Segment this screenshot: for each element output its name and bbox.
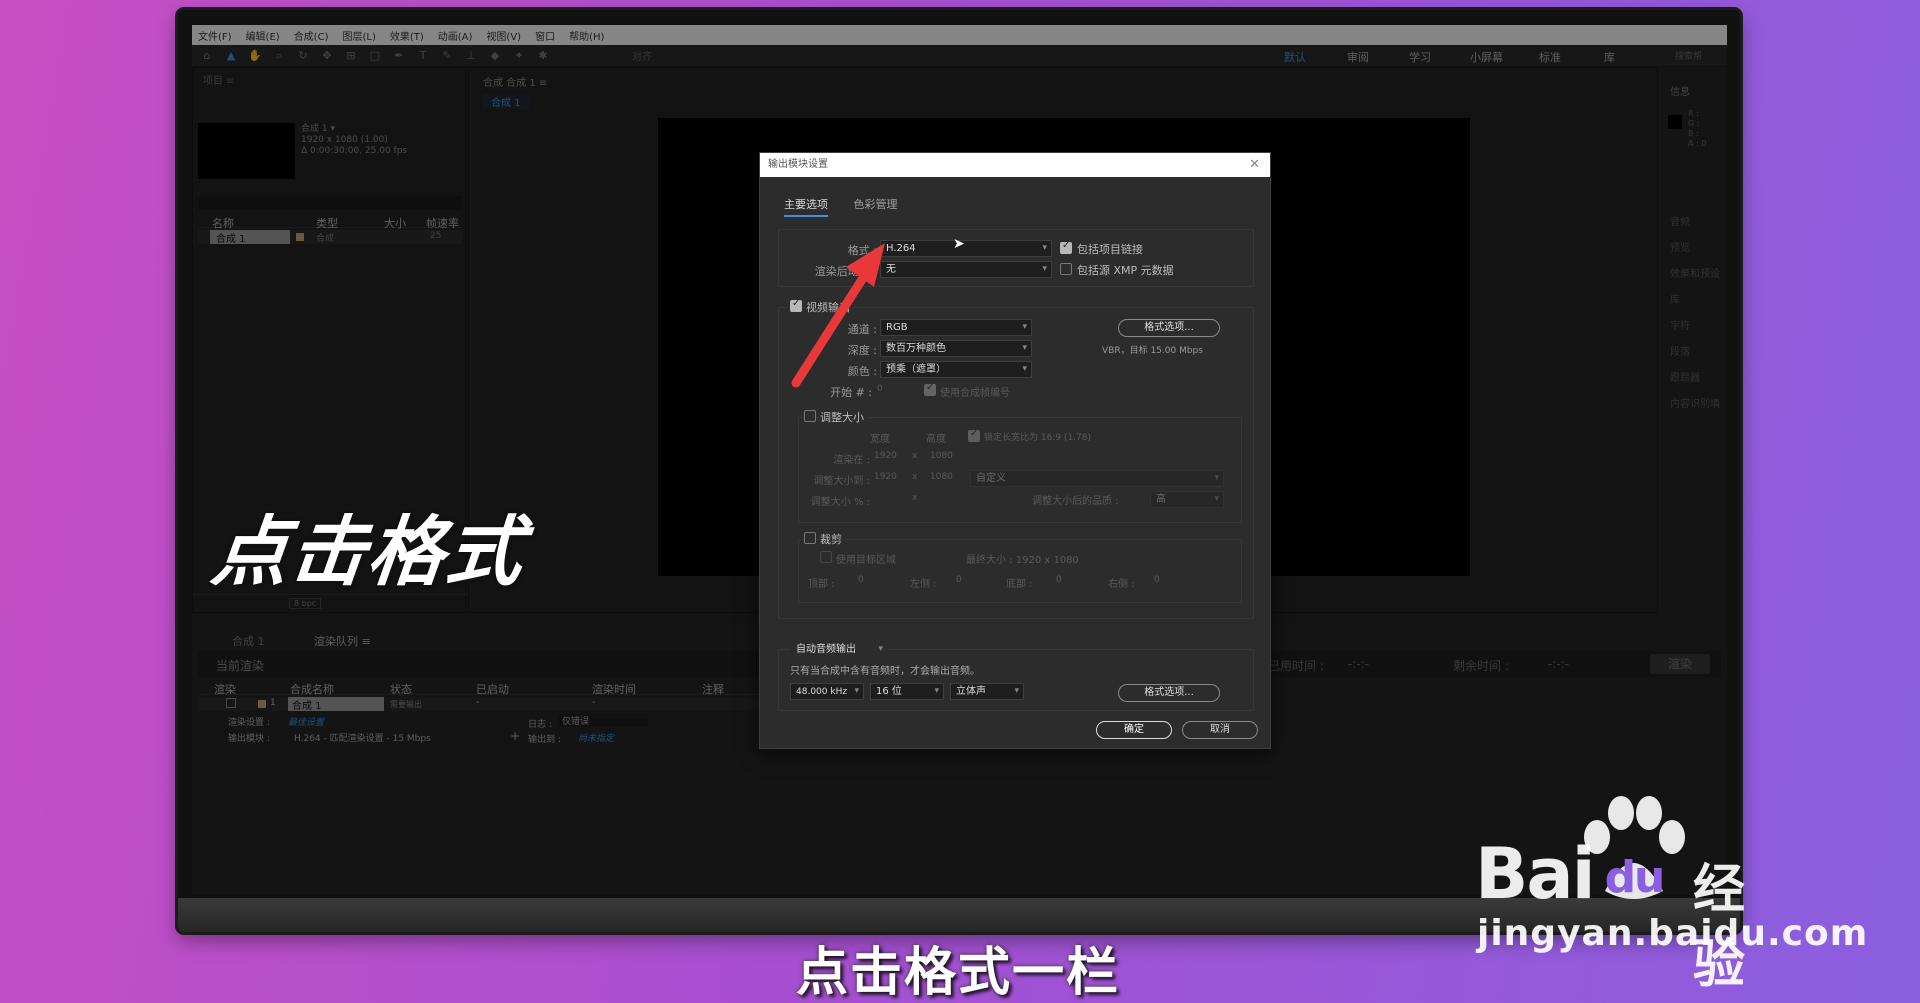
resize-to-x: x [912,472,918,482]
rendering-at-height: 1080 [930,451,953,461]
close-icon[interactable]: ✕ [1249,153,1260,177]
bit-depth-value: 16 位 [876,686,902,697]
bit-depth-select[interactable]: 16 位 ▾ [870,683,944,700]
include-xmp-label: 包括源 XMP 元数据 [1077,264,1174,277]
resize-preset-value: 自定义 [976,473,1006,484]
dialog-titlebar: 输出模块设置 ✕ [760,153,1270,177]
resize-quality-select[interactable]: 高 ▾ [1150,491,1224,508]
chevron-down-icon: ▾ [854,686,859,696]
rendering-at-x: x [912,451,918,461]
use-roi-label: 使用目标区域 [836,555,896,566]
sample-rate-value: 48.000 kHz [796,687,848,697]
audio-note: 只有当合成中含有音频时，才会输出音频。 [790,666,980,677]
resize-to-label: 调整大小到 : [813,476,870,487]
chevron-down-icon: ▾ [1022,322,1027,332]
crop-bottom-label: 底部 : [1006,579,1033,590]
rendering-at-label: 渲染在 : [833,455,870,466]
overlay-caption: 点击格式 [207,507,529,596]
watermark-brand-bai: Bai [1475,833,1596,915]
chevron-down-icon: ▾ [1214,494,1219,504]
watermark-url: jingyan.baidu.com [1477,913,1869,954]
include-xmp-checkbox[interactable] [1060,263,1072,275]
tab-main-options[interactable]: 主要选项 [784,196,828,217]
annotation-arrow-icon [791,243,885,388]
include-link-checkbox[interactable] [1060,240,1072,254]
include-link-label: 包括项目链接 [1077,243,1143,256]
height-header: 高度 [926,434,946,445]
resize-pct-x: x [912,493,918,503]
video-subtitle: 点击格式一栏 [796,943,1121,1003]
audio-format-options-button[interactable]: 格式选项... [1118,684,1220,702]
chevron-down-icon: ▾ [934,686,939,696]
resize-label: 调整大小 [820,409,868,425]
dialog-tabs: 主要选项 色彩管理 [784,196,920,217]
crop-top-label: 顶部 : [808,579,835,590]
tab-color-management[interactable]: 色彩管理 [854,196,898,215]
final-size-label: 最终大小 : 1920 x 1080 [966,555,1079,566]
crop-checkbox[interactable] [804,532,816,544]
resize-to-width[interactable]: 1920 [874,472,897,482]
dialog-title: 输出模块设置 [768,159,828,170]
cancel-button[interactable]: 取消 [1182,721,1258,739]
lock-aspect-checkbox[interactable] [968,428,980,442]
watermark-brand-du: du [1604,852,1666,903]
ok-button[interactable]: 确定 [1096,721,1172,739]
chevron-down-icon: ▾ [1042,243,1047,253]
audio-output-select[interactable]: 自动音频输出 ▾ [790,641,888,658]
resize-to-height[interactable]: 1080 [930,472,953,482]
vbr-info: VBR，目标 15.00 Mbps [1102,346,1203,356]
chevron-down-icon: ▾ [878,644,883,654]
crop-left-value[interactable]: 0 [956,575,962,585]
chevron-down-icon: ▾ [1042,264,1047,274]
chevron-down-icon: ▾ [1214,473,1219,483]
crop-right-value[interactable]: 0 [1154,575,1160,585]
sample-rate-select[interactable]: 48.000 kHz ▾ [790,683,864,700]
resize-quality-value: 高 [1156,494,1166,505]
resize-checkbox[interactable] [804,410,816,422]
crop-left-label: 左侧 : [910,579,937,590]
audio-output-value: 自动音频输出 [796,644,856,655]
crop-right-label: 右侧 : [1108,579,1135,590]
crop-label: 裁剪 [820,531,846,547]
channels-audio-select[interactable]: 立体声 ▾ [950,683,1024,700]
resize-quality-label: 调整大小后的品质 : [1032,496,1119,507]
chevron-down-icon: ▾ [1022,343,1027,353]
width-header: 宽度 [870,434,890,445]
resize-pct-label: 调整大小 % : [810,497,870,508]
crop-group [798,539,1242,603]
rendering-at-width: 1920 [874,451,897,461]
lock-aspect-label: 锁定长宽比为 16:9 (1.78) [984,433,1091,443]
channels-audio-value: 立体声 [956,686,986,697]
use-roi-checkbox[interactable] [820,551,832,563]
crop-bottom-value[interactable]: 0 [1056,575,1062,585]
screen: 文件(F) 编辑(E) 合成(C) 图层(L) 效果(T) 动画(A) 视图(V… [192,25,1727,895]
video-format-options-button[interactable]: 格式选项... [1118,319,1220,337]
chevron-down-icon: ▾ [1014,686,1019,696]
crop-top-value[interactable]: 0 [858,575,864,585]
chevron-down-icon: ▾ [1022,364,1027,374]
resize-preset-select[interactable]: 自定义 ▾ [970,470,1224,487]
